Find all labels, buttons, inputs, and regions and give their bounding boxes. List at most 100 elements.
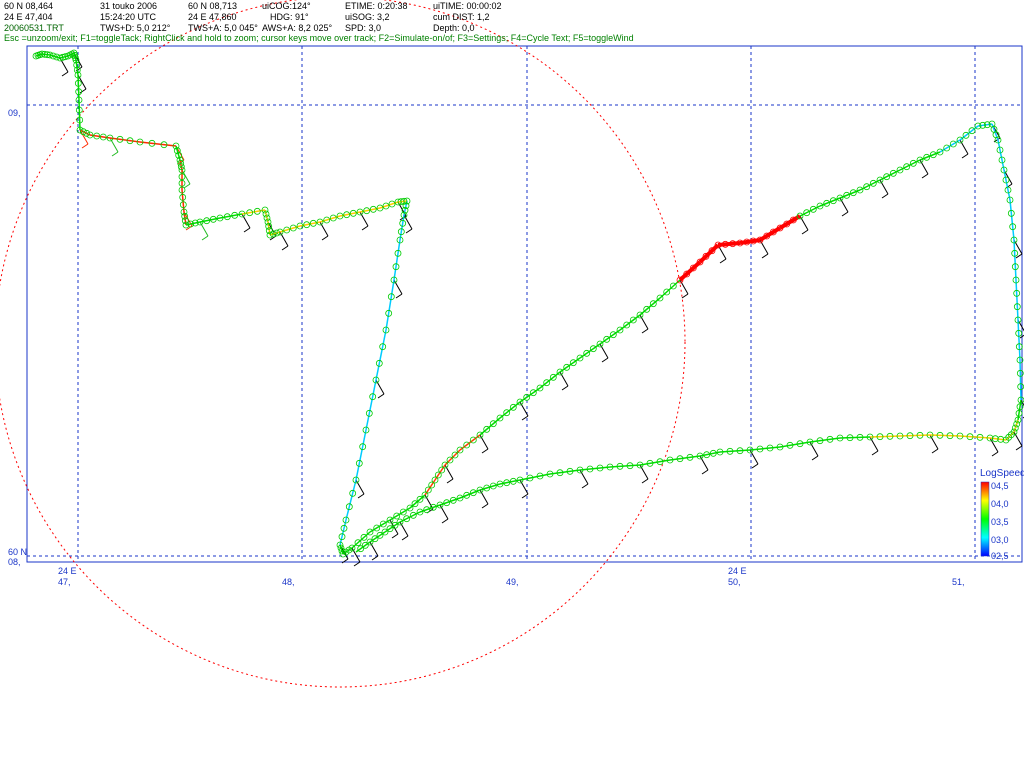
wind-barb: [481, 448, 489, 454]
wind-barb: [1015, 253, 1023, 259]
wind-barb: [639, 464, 649, 480]
wind-barb: [929, 434, 939, 450]
legend-tick: 03,5: [991, 517, 1009, 527]
track-segment: [1015, 279, 1019, 321]
track-segment: [669, 455, 701, 461]
wind-barb: [399, 521, 409, 537]
wind-barb: [391, 533, 399, 539]
wind-barb: [681, 293, 689, 299]
wind-barb: [759, 239, 769, 255]
track-plot[interactable]: [0, 0, 1024, 768]
position-lat: 60 N 08,464: [4, 1, 54, 11]
track-segment: [479, 417, 501, 436]
wind-barb: [369, 541, 379, 557]
track: [35, 52, 1022, 555]
wind-barb: [401, 535, 409, 541]
track-segment: [385, 279, 395, 331]
wind-barb: [931, 448, 939, 454]
lat-label-bottom: 08,: [8, 557, 21, 567]
wind-barb: [581, 483, 589, 489]
wind-barb: [559, 371, 569, 387]
track-segment: [519, 387, 541, 403]
wind-barb: [393, 279, 403, 295]
track-segment: [393, 239, 401, 281]
track-segment: [375, 329, 387, 381]
track-segment: [549, 469, 581, 475]
position-lon: 24 E 47,404: [4, 12, 53, 22]
legend-tick: 03,0: [991, 535, 1009, 545]
wind-barb: [989, 437, 999, 453]
track-segment: [619, 314, 641, 331]
wind-barb: [281, 245, 289, 251]
wind-barb: [991, 451, 999, 457]
grid: [27, 46, 1022, 562]
track-segment: [397, 200, 408, 203]
map-frame: [26, 45, 1023, 563]
track-segment: [678, 260, 702, 282]
lon-label: 50,: [728, 577, 741, 587]
date-text: 31 touko 2006: [100, 1, 158, 11]
wind-barb: [751, 463, 759, 469]
wind-barb: [641, 328, 649, 334]
wind-barb: [921, 173, 929, 179]
track-segment: [1017, 319, 1021, 361]
track-segment: [839, 436, 871, 439]
wind-barb: [405, 228, 413, 234]
wind-barb: [357, 493, 365, 499]
wind-barb: [801, 229, 809, 235]
wind-barb: [446, 478, 454, 484]
lon-label: 51,: [952, 577, 965, 587]
wind-barb: [1013, 431, 1023, 447]
legend-tick: 04,5: [991, 481, 1009, 491]
wind-barb: [395, 293, 403, 299]
track-segment: [809, 437, 841, 443]
wind-barb: [111, 151, 119, 157]
cursor-lon: 24 E 47,860: [188, 12, 237, 22]
range-circle: [0, 0, 686, 688]
wind-barb: [481, 503, 489, 509]
hdg-text: HDG: 91°: [270, 12, 309, 22]
wind-barb: [479, 434, 489, 450]
wind-barb: [181, 169, 191, 185]
wind-barb: [599, 343, 609, 359]
wind-barb: [959, 139, 969, 155]
track-segment: [559, 357, 581, 373]
track-segment: [869, 435, 901, 438]
track-markers: [32, 49, 1024, 558]
track-segment: [183, 211, 187, 226]
track-segment: [959, 435, 991, 439]
help-text: Esc =unzoom/exit; F1=toggleTack; RightCl…: [4, 33, 634, 43]
track-segment: [899, 434, 931, 437]
track-segment: [78, 99, 81, 131]
track-segment: [778, 214, 802, 230]
wind-barb: [444, 464, 454, 480]
cog-text: uiCOG:124°: [262, 1, 311, 11]
wind-barb: [761, 253, 769, 259]
wind-barb: [579, 469, 589, 485]
wind-barb: [561, 385, 569, 391]
wind-barb: [359, 211, 369, 227]
wind-barb: [321, 235, 329, 241]
wind-barb: [279, 231, 289, 247]
track-segment: [639, 297, 661, 316]
legend-title: LogSpeed: [980, 468, 1024, 479]
wind-barb: [811, 455, 819, 461]
lon-label: 48,: [282, 577, 295, 587]
track-segment: [77, 74, 80, 101]
wind-barb: [719, 258, 727, 264]
wind-barb: [81, 143, 89, 149]
lat-label-bottom-deg: 60 N: [8, 547, 28, 557]
track-segment: [109, 137, 141, 143]
wind-barb: [375, 379, 385, 395]
wind-barb: [871, 450, 879, 456]
track-segment: [139, 141, 177, 147]
wind-barb: [439, 504, 449, 520]
wind-barb: [1015, 445, 1023, 451]
wind-barb: [841, 211, 849, 217]
wind-barb: [201, 235, 209, 241]
track-segment: [539, 371, 561, 389]
track-segment: [719, 449, 751, 453]
sog-text: uiSOG: 3,2: [345, 12, 390, 22]
uitime-text: uiTIME: 00:00:02: [433, 1, 502, 11]
track-segment: [59, 55, 69, 59]
